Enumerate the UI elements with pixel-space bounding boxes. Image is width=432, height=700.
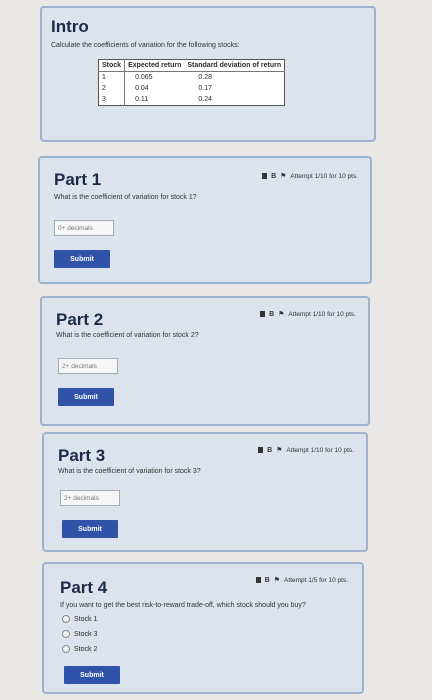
- part-3-question: What is the coefficient of variation for…: [58, 468, 201, 475]
- intro-title: Intro: [51, 17, 89, 36]
- flag-icon[interactable]: ⚑: [274, 576, 280, 584]
- table-header-std-dev: Standard deviation of return: [184, 59, 285, 72]
- table-cell: 0.04: [135, 85, 149, 92]
- option-stock-2[interactable]: Stock 2: [62, 645, 97, 653]
- flag-icon[interactable]: ⚑: [276, 446, 282, 454]
- part-1-card: Part 1 B ⚑ Attempt 1/10 for 10 pts. What…: [38, 156, 372, 284]
- square-icon: [262, 173, 268, 179]
- table-cell: 1: [98, 71, 126, 83]
- table-row: 1 0.065 0.28: [98, 71, 285, 83]
- flag-icon[interactable]: ⚑: [278, 310, 284, 318]
- part-4-question: If you want to get the best risk-to-rewa…: [60, 602, 306, 609]
- stocks-table: Stock Expected return Standard deviation…: [98, 59, 286, 106]
- option-label: Stock 3: [74, 630, 98, 638]
- part-3-attempt: B ⚑ Attempt 1/10 for 10 pts.: [258, 446, 354, 454]
- attempt-label: Attempt 1/10 for 10 pts.: [288, 310, 356, 318]
- bold-icon[interactable]: B: [269, 311, 274, 318]
- part-4-title: Part 4: [60, 578, 108, 597]
- part-3-submit-button[interactable]: Submit: [62, 520, 118, 538]
- intro-description: Calculate the coefficients of variation …: [51, 42, 240, 49]
- option-stock-3[interactable]: Stock 3: [62, 630, 97, 638]
- radio-button[interactable]: [62, 615, 70, 623]
- table-cell: 2: [98, 83, 126, 94]
- square-icon: [258, 447, 264, 453]
- part-3-title: Part 3: [58, 446, 106, 465]
- part-2-submit-button[interactable]: Submit: [58, 388, 114, 406]
- part-1-question: What is the coefficient of variation for…: [54, 194, 197, 201]
- part-4-attempt: B ⚑ Attempt 1/5 for 10 pts.: [255, 576, 348, 584]
- bold-icon[interactable]: B: [265, 577, 270, 584]
- part-2-card: Part 2 B ⚑ Attempt 1/10 for 10 pts. What…: [40, 296, 370, 426]
- option-label: Stock 1: [74, 615, 98, 623]
- square-icon: [255, 577, 261, 583]
- part-2-attempt: B ⚑ Attempt 1/10 for 10 pts.: [260, 310, 356, 318]
- attempt-label: Attempt 1/10 for 10 pts.: [290, 172, 358, 180]
- radio-button[interactable]: [62, 630, 70, 638]
- part-1-title: Part 1: [54, 170, 102, 189]
- bold-icon[interactable]: B: [271, 173, 276, 180]
- table-header-row: Stock Expected return Standard deviation…: [98, 59, 285, 72]
- table-header-stock: Stock: [98, 59, 126, 72]
- part-2-title: Part 2: [56, 310, 104, 329]
- attempt-label: Attempt 1/5 for 10 pts.: [284, 576, 348, 584]
- part-1-attempt: B ⚑ Attempt 1/10 for 10 pts.: [262, 172, 358, 180]
- part-2-question: What is the coefficient of variation for…: [56, 332, 199, 339]
- table-cell: 3: [98, 94, 126, 106]
- table-cell: 0.17: [198, 85, 212, 92]
- table-cell: 0.28: [198, 74, 212, 81]
- table-cell: 0.24: [198, 96, 212, 103]
- table-row: 2 0.04 0.17: [98, 83, 285, 94]
- part-1-submit-button[interactable]: Submit: [54, 250, 110, 268]
- part-4-submit-button[interactable]: Submit: [64, 666, 120, 684]
- table-cell: 0.065: [135, 74, 153, 81]
- part-3-answer-input[interactable]: 2+ decimals: [60, 490, 120, 506]
- attempt-label: Attempt 1/10 for 10 pts.: [286, 446, 354, 454]
- part-2-answer-input[interactable]: 2+ decimals: [58, 358, 118, 374]
- part-4-card: Part 4 B ⚑ Attempt 1/5 for 10 pts. If yo…: [42, 562, 364, 694]
- radio-button[interactable]: [62, 645, 70, 653]
- table-row: 3 0.11 0.24: [98, 94, 285, 106]
- part-3-card: Part 3 B ⚑ Attempt 1/10 for 10 pts. What…: [42, 432, 368, 552]
- table-header-expected-return: Expected return: [124, 59, 185, 72]
- flag-icon[interactable]: ⚑: [280, 172, 286, 180]
- bold-icon[interactable]: B: [267, 447, 272, 454]
- option-stock-1[interactable]: Stock 1: [62, 615, 97, 623]
- part-1-answer-input[interactable]: 0+ decimals: [54, 220, 114, 236]
- option-label: Stock 2: [74, 645, 98, 653]
- intro-card: Intro Calculate the coefficients of vari…: [40, 6, 376, 142]
- table-cell: 0.11: [135, 96, 149, 103]
- square-icon: [260, 311, 266, 317]
